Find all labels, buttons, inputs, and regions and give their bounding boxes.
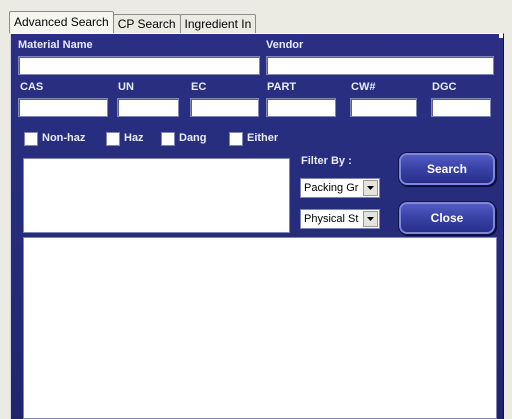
material-name-field[interactable] xyxy=(18,56,260,75)
cw-field[interactable] xyxy=(350,98,417,117)
vendor-field[interactable] xyxy=(266,56,494,75)
results-list[interactable] xyxy=(23,237,497,419)
physical-state-select[interactable]: Physical St xyxy=(300,209,380,229)
packing-group-select[interactable]: Packing Gr xyxy=(300,178,380,198)
filter-by-label: Filter By : xyxy=(301,155,352,167)
haz-label: Haz xyxy=(124,132,144,144)
haz-checkbox[interactable] xyxy=(106,132,120,146)
either-checkbox[interactable] xyxy=(229,132,243,146)
either-label: Either xyxy=(247,132,279,144)
tab-advanced-search[interactable]: Advanced Search xyxy=(9,11,114,33)
dgc-label: DGC xyxy=(432,81,457,93)
vendor-label: Vendor xyxy=(266,39,304,51)
part-label: PART xyxy=(267,81,297,93)
dang-label: Dang xyxy=(179,132,207,144)
non-haz-checkbox[interactable] xyxy=(24,132,38,146)
panel-corner xyxy=(499,34,503,38)
cas-field[interactable] xyxy=(18,98,108,117)
part-field[interactable] xyxy=(266,98,336,117)
material-name-label: Material Name xyxy=(18,39,93,51)
cas-label: CAS xyxy=(20,81,44,93)
un-label: UN xyxy=(118,81,134,93)
dgc-field[interactable] xyxy=(431,98,491,117)
tab-cp-search[interactable]: CP Search xyxy=(112,14,181,33)
non-haz-label: Non-haz xyxy=(42,132,86,144)
physical-state-value: Physical St xyxy=(304,213,359,225)
close-button[interactable]: Close xyxy=(398,201,496,235)
ec-field[interactable] xyxy=(190,98,259,117)
packing-group-value: Packing Gr xyxy=(304,182,359,194)
search-panel: Material Name Vendor CAS UN EC PART CW# … xyxy=(10,33,504,419)
search-button[interactable]: Search xyxy=(398,152,496,186)
chevron-down-icon[interactable] xyxy=(363,180,378,196)
cw-label: CW# xyxy=(351,81,376,93)
dang-checkbox[interactable] xyxy=(161,132,175,146)
ec-label: EC xyxy=(191,81,207,93)
selection-list[interactable] xyxy=(23,158,290,233)
tab-ingredient-in[interactable]: Ingredient In xyxy=(179,14,257,33)
un-field[interactable] xyxy=(117,98,179,117)
tab-strip: Advanced Search CP Search Ingredient In xyxy=(9,11,257,33)
chevron-down-icon[interactable] xyxy=(363,211,378,227)
